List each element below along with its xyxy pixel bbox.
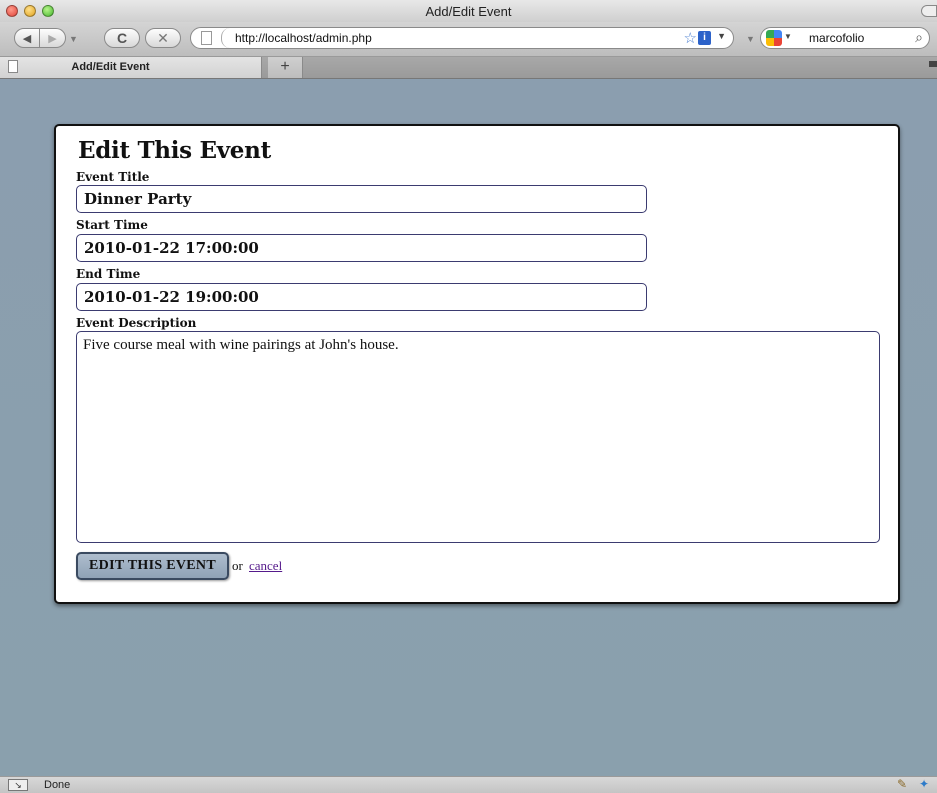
url-text[interactable]: http://localhost/admin.php (235, 31, 372, 45)
search-input[interactable]: marcofolio (809, 31, 864, 45)
page-title: Edit This Event (78, 137, 271, 164)
bookmark-star-icon[interactable]: ☆ (684, 29, 697, 47)
plus-icon: + (280, 58, 290, 75)
forward-button[interactable]: ▶ (40, 28, 66, 48)
addon-icon[interactable]: ✎ (897, 777, 907, 791)
window-titlebar: Add/Edit Event (0, 0, 937, 23)
search-engine-icon[interactable] (766, 30, 782, 46)
tab-list-icon[interactable] (929, 61, 937, 67)
back-arrow-icon: ◀ (22, 32, 32, 45)
toolbar-toggle-button[interactable] (921, 5, 937, 17)
reload-button[interactable]: C (104, 28, 140, 48)
reload-icon: C (116, 30, 128, 46)
edit-event-submit-button[interactable]: EDIT THIS EVENT (76, 552, 229, 580)
info-badge-icon[interactable]: i (698, 31, 711, 45)
tab-bar: Add/Edit Event + (0, 57, 937, 79)
page-favicon-icon (201, 31, 212, 45)
tab-add-edit-event[interactable]: Add/Edit Event (0, 57, 262, 78)
end-time-label: End Time (76, 267, 141, 281)
event-description-label: Event Description (76, 316, 197, 330)
history-dropdown-icon[interactable]: ▼ (69, 34, 78, 44)
status-icon: ↘ (8, 779, 28, 791)
stop-button[interactable]: ✕ (145, 28, 181, 48)
page-viewport: Edit This Event Event Title Start Time E… (0, 79, 937, 776)
status-bar: ↘ Done ✎ ✦ (0, 776, 937, 793)
event-title-input[interactable] (76, 185, 647, 213)
back-button[interactable]: ◀ (14, 28, 40, 48)
search-engine-arrow-icon[interactable]: ▼ (784, 32, 792, 41)
extension-icon[interactable]: ✦ (919, 777, 929, 791)
event-description-textarea[interactable]: Five course meal with wine pairings at J… (76, 331, 880, 543)
tab-label: Add/Edit Event (71, 61, 150, 73)
search-bar[interactable]: ▼ marcofolio ⌕ (760, 27, 930, 49)
window-title: Add/Edit Event (425, 4, 512, 19)
start-time-input[interactable] (76, 234, 647, 262)
search-engine-dropdown-icon[interactable]: ▼ (746, 34, 755, 44)
url-bar[interactable]: http://localhost/admin.php ☆ i ▼ (190, 27, 734, 49)
status-text: Done (44, 779, 71, 791)
navigation-toolbar: ◀ ▶ ▼ C ✕ http://localhost/admin.php ☆ i… (0, 22, 937, 57)
url-separator (221, 28, 230, 48)
stop-icon: ✕ (157, 29, 169, 46)
forward-arrow-icon: ▶ (48, 32, 57, 45)
or-text: or (232, 558, 243, 573)
new-tab-button[interactable]: + (268, 57, 303, 78)
end-time-input[interactable] (76, 283, 647, 311)
start-time-label: Start Time (76, 218, 148, 232)
event-form-card: Edit This Event Event Title Start Time E… (54, 124, 900, 604)
url-dropdown-icon[interactable]: ▼ (717, 31, 726, 41)
cancel-link[interactable]: cancel (249, 558, 282, 574)
search-icon[interactable]: ⌕ (915, 29, 923, 46)
event-title-label: Event Title (76, 170, 150, 184)
